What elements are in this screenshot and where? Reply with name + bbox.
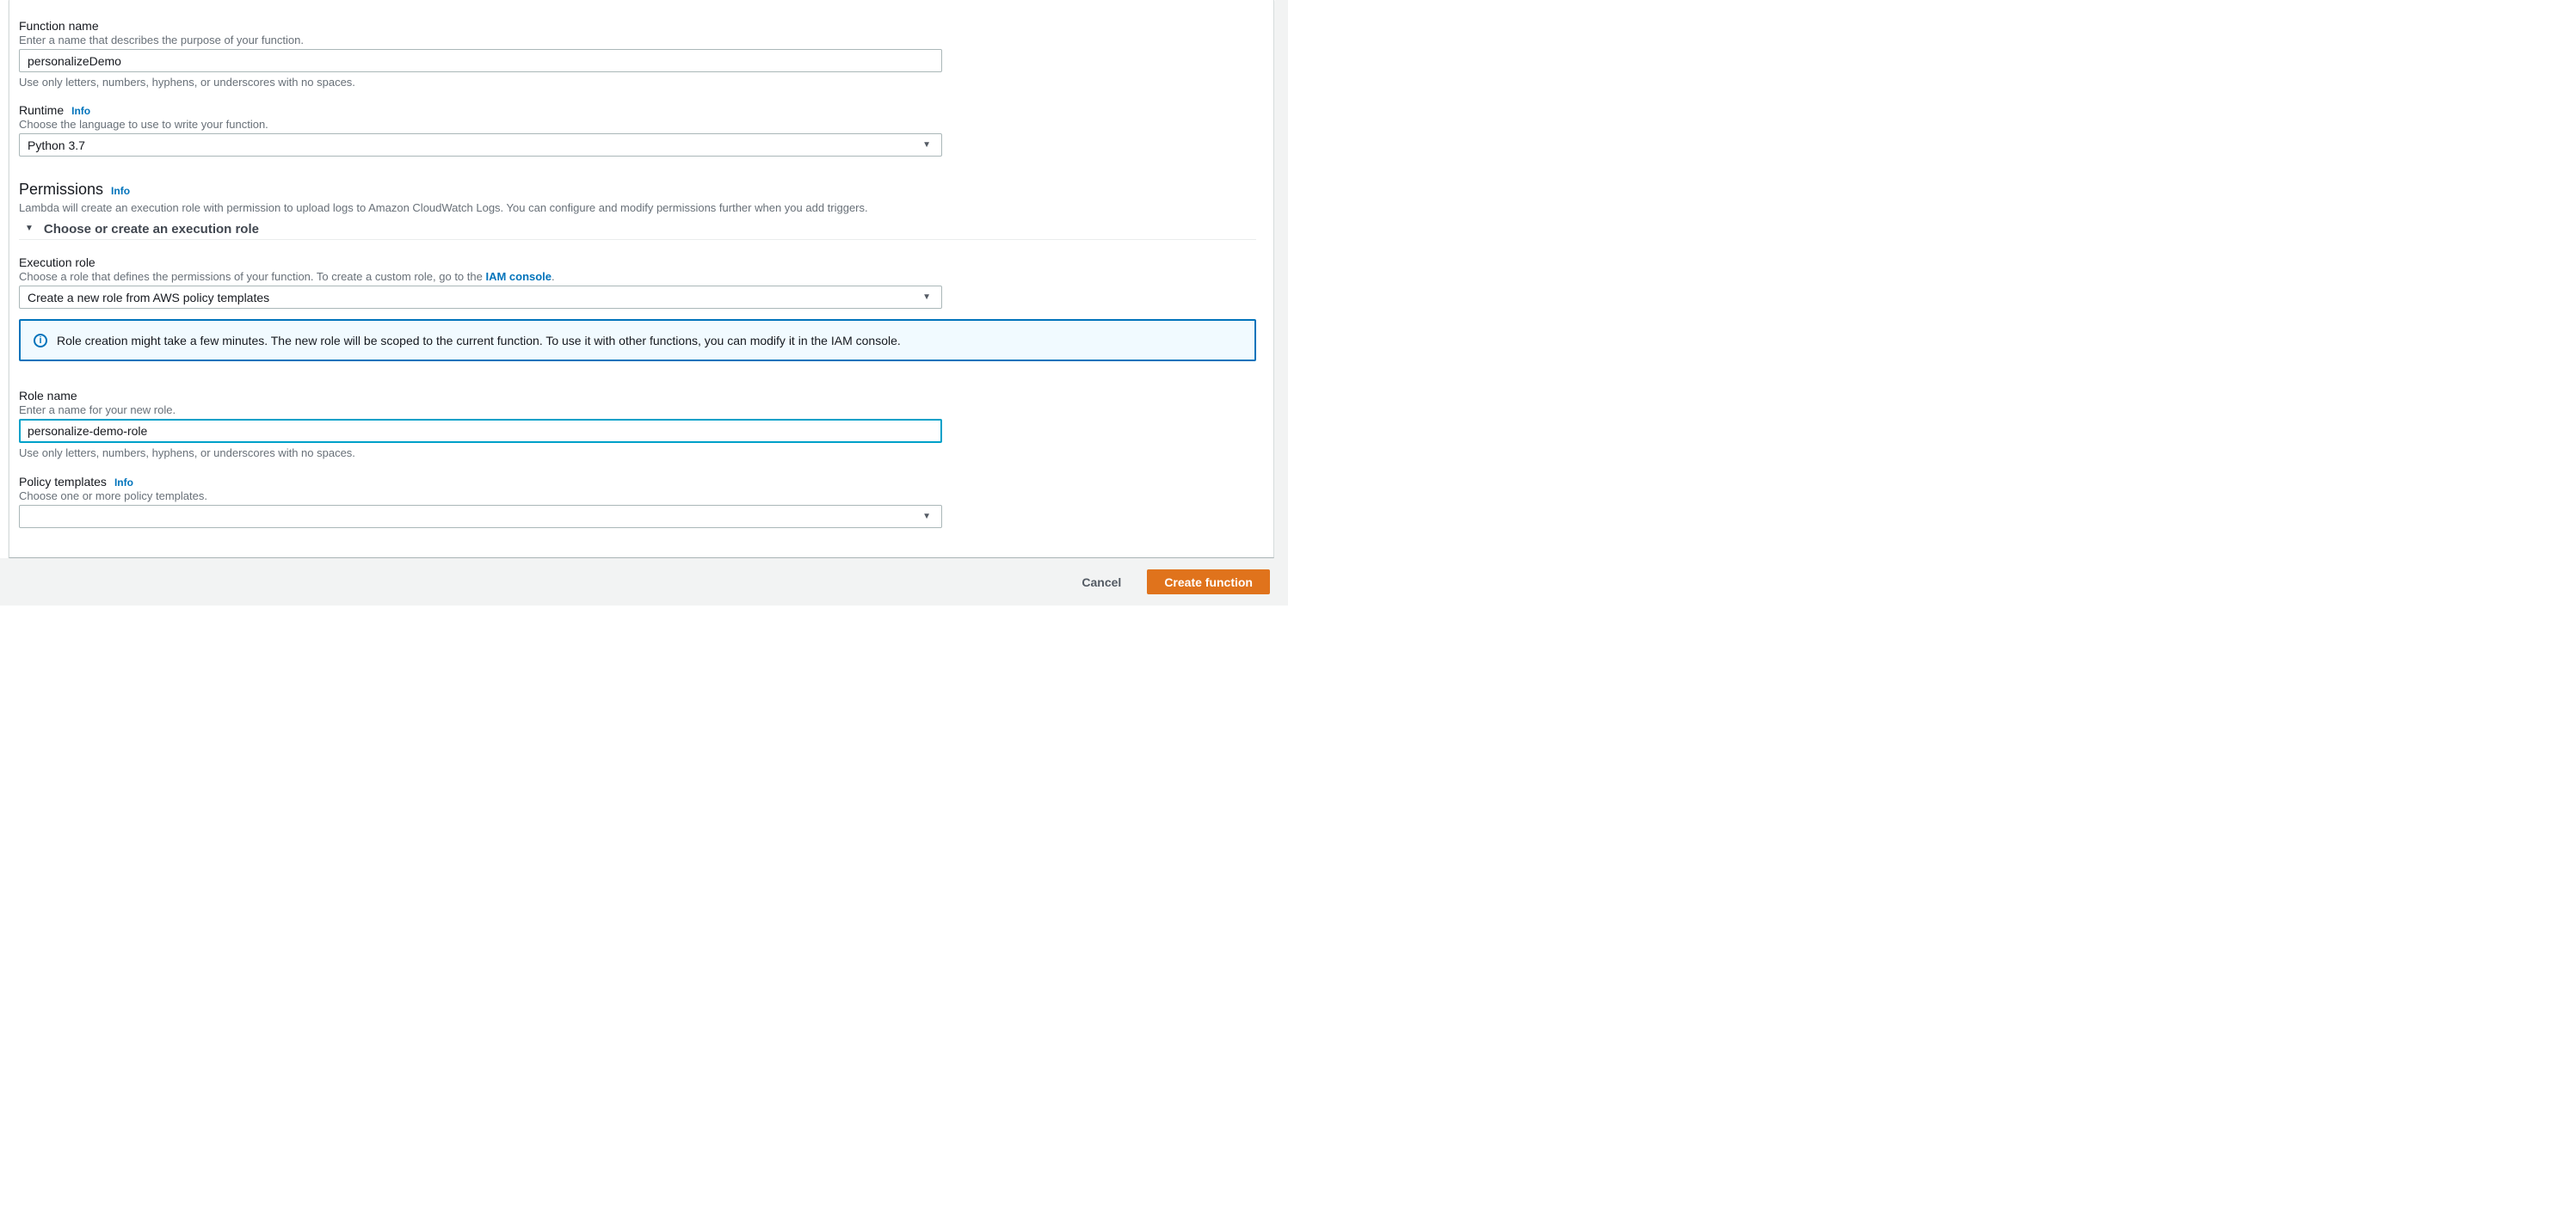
permissions-description: Lambda will create an execution role wit… [19,201,868,214]
execution-role-label: Execution role [19,255,96,269]
runtime-select-value: Python 3.7 [28,138,85,152]
role-name-label: Role name [19,389,77,403]
function-name-description: Enter a name that describes the purpose … [19,34,304,46]
runtime-description: Choose the language to use to write your… [19,118,268,131]
role-creation-alert-text: Role creation might take a few minutes. … [57,333,901,347]
permissions-section-header: Permissions Info [19,180,1273,199]
function-name-field: Function name Enter a name that describe… [19,19,1273,89]
runtime-select[interactable]: Python 3.7 ▼ [19,133,942,157]
runtime-info-link[interactable]: Info [71,105,90,117]
execution-role-select[interactable]: Create a new role from AWS policy templa… [19,286,942,309]
cancel-button[interactable]: Cancel [1080,570,1123,594]
iam-console-link[interactable]: IAM console [485,270,552,283]
execution-role-description: Choose a role that defines the permissio… [19,270,1273,284]
policy-templates-select[interactable]: ▼ [19,505,942,528]
section-divider [19,239,1256,240]
execution-role-expander-label: Choose or create an execution role [43,221,259,237]
function-name-label: Function name [19,19,99,33]
permissions-info-link[interactable]: Info [111,185,130,197]
role-creation-alert: i Role creation might take a few minutes… [19,319,1256,361]
page-scrollbar-gutter [1275,0,1288,558]
info-circle-icon: i [34,333,47,347]
execution-role-description-text: Choose a role that defines the permissio… [19,270,486,283]
role-name-constraint: Use only letters, numbers, hyphens, or u… [19,446,355,459]
role-name-description: Enter a name for your new role. [19,403,176,416]
chevron-down-icon: ▼ [922,292,931,302]
chevron-down-icon: ▼ [922,511,931,521]
role-name-field: Role name Enter a name for your new role… [19,389,1273,460]
permissions-heading: Permissions [19,181,104,198]
role-name-input[interactable] [19,419,942,443]
runtime-field: Runtime Info Choose the language to use … [19,103,1273,157]
policy-templates-info-link[interactable]: Info [114,476,133,489]
create-function-form-panel: Function name Enter a name that describe… [9,0,1274,558]
function-name-constraint: Use only letters, numbers, hyphens, or u… [19,76,355,89]
runtime-label: Runtime [19,103,65,117]
execution-role-expander[interactable]: ▼ Choose or create an execution role [19,220,1273,237]
execution-role-description-period: . [552,270,555,283]
execution-role-select-value: Create a new role from AWS policy templa… [28,290,270,304]
footer-action-bar: Cancel Create function [0,558,1288,606]
triangle-down-icon: ▼ [25,224,34,233]
policy-templates-description: Choose one or more policy templates. [19,489,207,502]
execution-role-field: Execution role Choose a role that define… [19,255,1273,309]
create-function-button[interactable]: Create function [1147,569,1270,594]
function-name-input[interactable] [19,49,942,72]
chevron-down-icon: ▼ [922,139,931,150]
policy-templates-field: Policy templates Info Choose one or more… [19,475,1273,528]
policy-templates-label: Policy templates [19,475,107,489]
